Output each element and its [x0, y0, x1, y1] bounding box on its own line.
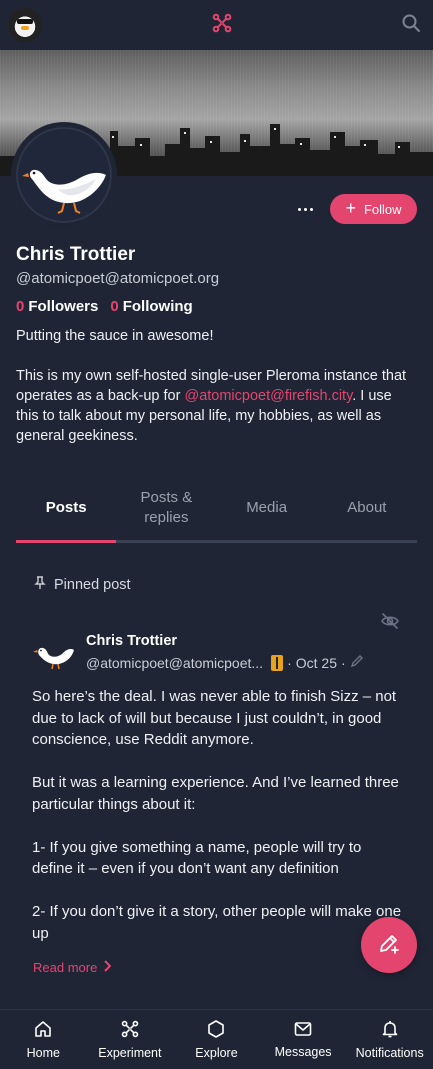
post-paragraph: 1- If you give something a name, people … — [32, 838, 362, 878]
tab-posts-and-replies[interactable]: Posts & replies — [116, 475, 216, 540]
bio-line: Putting the sauce in awesome! — [16, 328, 214, 344]
profile-name: Chris Trottier — [16, 244, 136, 265]
separator: · — [340, 654, 346, 671]
post-content: So here’s the deal. I was never able to … — [32, 686, 404, 966]
compose-pencil-icon — [377, 931, 401, 960]
tab-about[interactable]: About — [317, 475, 417, 540]
post-paragraph: 2- If you don’t give it a story, other p… — [32, 903, 402, 942]
post-date[interactable]: Oct 25 — [296, 655, 337, 671]
profile-handle: @atomicpoet@atomicpoet.org — [16, 270, 220, 287]
post-author-avatar[interactable] — [33, 637, 75, 671]
bell-icon — [381, 1020, 399, 1041]
chevron-right-icon — [103, 960, 112, 975]
following-link[interactable]: 0 Following — [110, 298, 192, 315]
post-author-name[interactable]: Chris Trottier — [86, 633, 177, 649]
profile-avatar[interactable] — [13, 124, 115, 226]
more-icon — [297, 207, 301, 211]
pinned-label-text: Pinned post — [54, 577, 131, 593]
nav-label: Explore — [195, 1045, 238, 1060]
follow-label: Follow — [363, 201, 402, 217]
bio-paragraph: This is my own self-hosted single-user P… — [16, 366, 416, 446]
post-meta: @atomicpoet@atomicpoet... · Oct 25 · — [86, 654, 364, 671]
nav-experiment[interactable]: Experiment — [87, 1010, 174, 1069]
network-icon[interactable] — [212, 13, 232, 38]
hexagon-icon — [207, 1019, 225, 1041]
following-count: 0 — [110, 298, 119, 315]
plus-icon: + — [345, 198, 356, 218]
following-label: Following — [122, 298, 193, 315]
nav-messages[interactable]: Messages — [260, 1010, 347, 1069]
tab-label: Posts & replies — [140, 488, 193, 526]
tab-media[interactable]: Media — [217, 475, 317, 540]
follow-counts: 0 Followers 0 Following — [16, 298, 193, 315]
search-icon[interactable] — [401, 13, 421, 38]
mail-icon — [294, 1021, 312, 1040]
read-more-link[interactable]: Read more — [33, 960, 112, 975]
tab-posts[interactable]: Posts — [16, 475, 117, 543]
nav-label: Experiment — [98, 1045, 162, 1060]
profile-bio: Putting the sauce in awesome! This is my… — [16, 326, 416, 466]
compose-button[interactable] — [361, 917, 417, 973]
goose-image — [33, 647, 74, 670]
nav-home[interactable]: Home — [0, 1010, 87, 1069]
post-paragraph: But it was a learning experience. And I’… — [32, 774, 399, 813]
more-options-button[interactable] — [290, 196, 320, 222]
goose-image — [22, 169, 107, 214]
profile-tabs: Posts Posts & replies Media About — [16, 475, 417, 543]
nav-label: Notifications — [355, 1045, 424, 1060]
follow-button[interactable]: + Follow — [330, 194, 417, 224]
bio-mention-link[interactable]: @atomicpoet@firefish.city — [184, 388, 352, 404]
nav-label: Messages — [274, 1044, 332, 1059]
edited-pencil-icon — [350, 654, 364, 671]
read-more-label: Read more — [33, 960, 98, 975]
post-paragraph: So here’s the deal. I was never able to … — [32, 688, 397, 748]
home-icon — [34, 1020, 52, 1041]
current-user-avatar[interactable] — [8, 8, 42, 42]
eye-off-icon[interactable] — [380, 612, 400, 635]
bot-badge-icon — [271, 654, 284, 671]
bottom-navigation: Home Experiment Explore Messages Notific… — [0, 1009, 433, 1069]
post-author-handle[interactable]: @atomicpoet@atomicpoet... — [86, 655, 263, 671]
followers-link[interactable]: 0 Followers — [16, 298, 98, 315]
nav-label: Home — [26, 1045, 60, 1060]
pin-icon — [34, 576, 46, 594]
nav-explore[interactable]: Explore — [173, 1010, 260, 1069]
followers-label: Followers — [28, 298, 99, 315]
separator: · — [287, 654, 292, 671]
top-bar — [0, 0, 433, 50]
nav-notifications[interactable]: Notifications — [346, 1010, 433, 1069]
pinned-post-label: Pinned post — [34, 576, 131, 594]
followers-count: 0 — [16, 298, 25, 315]
network-icon — [121, 1020, 139, 1041]
